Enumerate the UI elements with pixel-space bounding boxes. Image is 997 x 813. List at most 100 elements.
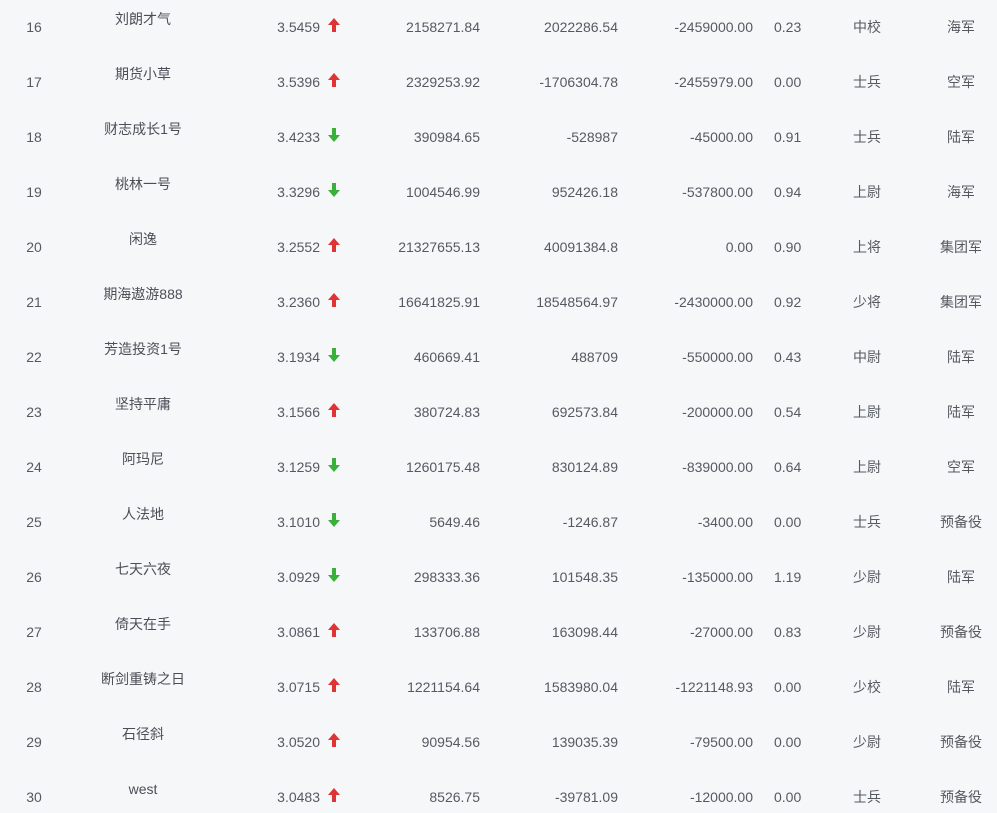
equity-cell: 1221154.64 bbox=[407, 679, 480, 695]
account-name-link[interactable]: 阿玛尼 bbox=[80, 451, 206, 467]
account-name-link[interactable]: 财志成长1号 bbox=[80, 121, 206, 137]
equity-cell: 460669.41 bbox=[413, 349, 480, 365]
profit-cell: -528987 bbox=[566, 129, 618, 145]
withdraw-cell: 0.00 bbox=[725, 239, 753, 255]
arrow-up-icon bbox=[327, 787, 343, 805]
score-cell: 3.0715 bbox=[277, 679, 320, 695]
account-name-link[interactable]: 桃林一号 bbox=[80, 176, 206, 192]
withdraw-cell: -12000.00 bbox=[689, 789, 753, 805]
withdraw-cell: -45000.00 bbox=[689, 129, 753, 145]
arrow-up-icon bbox=[327, 237, 343, 255]
military-rank-cell: 少尉 bbox=[853, 624, 881, 640]
withdraw-cell: -1221148.93 bbox=[675, 679, 753, 695]
rank-cell: 28 bbox=[26, 679, 42, 695]
rank-cell: 23 bbox=[26, 404, 42, 420]
profit-cell: 163098.44 bbox=[551, 624, 618, 640]
account-name-link[interactable]: 坚持平庸 bbox=[80, 396, 206, 412]
table-row: 17 期货小草 3.5396 2329253.92 -1706304.78 -2… bbox=[0, 55, 997, 110]
profit-cell: 952426.18 bbox=[551, 184, 618, 200]
profit-cell: 2022286.54 bbox=[544, 19, 618, 35]
score-cell: 3.0483 bbox=[277, 789, 320, 805]
withdraw-cell: -135000.00 bbox=[682, 569, 753, 585]
force-cell: 陆军 bbox=[947, 129, 975, 145]
score-cell: 3.5396 bbox=[277, 74, 320, 90]
equity-cell: 21327655.13 bbox=[398, 239, 480, 255]
account-name-link[interactable]: 芳造投资1号 bbox=[80, 341, 206, 357]
equity-cell: 2158271.84 bbox=[406, 19, 480, 35]
force-cell: 集团军 bbox=[940, 294, 982, 310]
military-rank-cell: 上尉 bbox=[853, 404, 881, 420]
military-rank-cell: 中校 bbox=[853, 19, 881, 35]
withdraw-cell: -3400.00 bbox=[697, 514, 753, 530]
account-name-link[interactable]: 七天六夜 bbox=[80, 561, 206, 577]
force-cell: 陆军 bbox=[947, 349, 975, 365]
arrow-up-icon bbox=[327, 622, 343, 640]
score-cell: 3.1010 bbox=[277, 514, 320, 530]
equity-cell: 5649.46 bbox=[429, 514, 480, 530]
score-cell: 3.2360 bbox=[277, 294, 320, 310]
military-rank-cell: 士兵 bbox=[853, 514, 881, 530]
account-name-link[interactable]: 期货小草 bbox=[80, 66, 206, 82]
military-rank-cell: 上尉 bbox=[853, 459, 881, 475]
equity-cell: 1260175.48 bbox=[406, 459, 480, 475]
arrow-down-icon bbox=[327, 127, 343, 145]
arrow-up-icon bbox=[327, 677, 343, 695]
force-cell: 预备役 bbox=[940, 789, 982, 805]
ratio-cell: 0.94 bbox=[774, 184, 802, 200]
withdraw-cell: -537800.00 bbox=[682, 184, 753, 200]
ratio-cell: 0.54 bbox=[774, 404, 802, 420]
arrow-down-icon bbox=[327, 182, 343, 200]
account-name-link[interactable]: 石径斜 bbox=[80, 726, 206, 742]
ratio-cell: 0.00 bbox=[774, 789, 802, 805]
equity-cell: 90954.56 bbox=[421, 734, 480, 750]
profit-cell: 18548564.97 bbox=[536, 294, 618, 310]
account-name-link[interactable]: 期海遨游888 bbox=[80, 286, 206, 302]
score-cell: 3.0929 bbox=[277, 569, 320, 585]
ratio-cell: 0.00 bbox=[774, 734, 802, 750]
equity-cell: 133706.88 bbox=[413, 624, 480, 640]
score-cell: 3.2552 bbox=[277, 239, 320, 255]
equity-cell: 390984.65 bbox=[413, 129, 480, 145]
table-row: 20 闲逸 3.2552 21327655.13 40091384.8 0.00… bbox=[0, 220, 997, 275]
ratio-cell: 0.00 bbox=[774, 74, 802, 90]
military-rank-cell: 少尉 bbox=[853, 734, 881, 750]
rank-cell: 25 bbox=[26, 514, 42, 530]
military-rank-cell: 中尉 bbox=[853, 349, 881, 365]
ratio-cell: 0.23 bbox=[774, 19, 802, 35]
equity-cell: 298333.36 bbox=[413, 569, 480, 585]
profit-cell: 139035.39 bbox=[551, 734, 618, 750]
account-name-link[interactable]: 人法地 bbox=[80, 506, 206, 522]
account-name-link[interactable]: 闲逸 bbox=[80, 231, 206, 247]
table-row: 24 阿玛尼 3.1259 1260175.48 830124.89 -8390… bbox=[0, 440, 997, 495]
ratio-cell: 0.00 bbox=[774, 514, 802, 530]
arrow-up-icon bbox=[327, 72, 343, 90]
rank-cell: 18 bbox=[26, 129, 42, 145]
score-cell: 3.3296 bbox=[277, 184, 320, 200]
ranking-table: 16 刘朗才气 3.5459 2158271.84 2022286.54 -24… bbox=[0, 0, 997, 813]
force-cell: 海军 bbox=[947, 19, 975, 35]
ratio-cell: 0.90 bbox=[774, 239, 802, 255]
rank-cell: 29 bbox=[26, 734, 42, 750]
withdraw-cell: -200000.00 bbox=[682, 404, 753, 420]
force-cell: 海军 bbox=[947, 184, 975, 200]
ratio-cell: 0.83 bbox=[774, 624, 802, 640]
ratio-cell: 0.91 bbox=[774, 129, 802, 145]
account-name-link[interactable]: 刘朗才气 bbox=[80, 11, 206, 27]
equity-cell: 8526.75 bbox=[429, 789, 480, 805]
equity-cell: 2329253.92 bbox=[406, 74, 480, 90]
account-name-link[interactable]: 倚天在手 bbox=[80, 616, 206, 632]
table-row: 25 人法地 3.1010 5649.46 -1246.87 -3400.00 … bbox=[0, 495, 997, 550]
rank-cell: 17 bbox=[26, 74, 42, 90]
account-name-link[interactable]: west bbox=[80, 781, 206, 797]
rank-cell: 20 bbox=[26, 239, 42, 255]
rank-cell: 24 bbox=[26, 459, 42, 475]
military-rank-cell: 士兵 bbox=[853, 129, 881, 145]
military-rank-cell: 上将 bbox=[853, 239, 881, 255]
ratio-cell: 0.92 bbox=[774, 294, 802, 310]
withdraw-cell: -27000.00 bbox=[689, 624, 753, 640]
account-name-link[interactable]: 断剑重铸之日 bbox=[80, 671, 206, 687]
table-row: 26 七天六夜 3.0929 298333.36 101548.35 -1350… bbox=[0, 550, 997, 605]
force-cell: 集团军 bbox=[940, 239, 982, 255]
military-rank-cell: 士兵 bbox=[853, 789, 881, 805]
force-cell: 空军 bbox=[947, 74, 975, 90]
